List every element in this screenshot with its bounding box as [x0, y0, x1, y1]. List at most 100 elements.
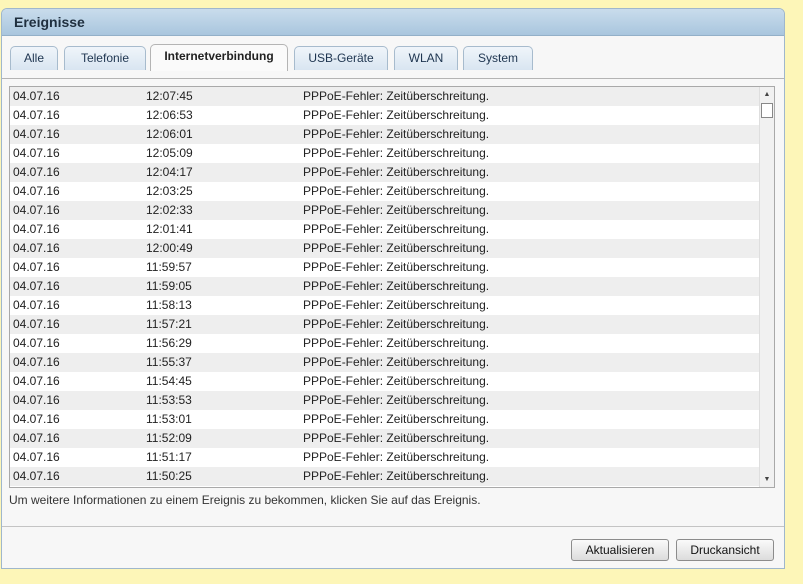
event-row[interactable]: 04.07.16 12:06:01 PPPoE-Fehler: Zeitübersc…	[10, 125, 759, 144]
event-date: 04.07.16	[13, 374, 60, 388]
tab-bar: Alle Telefonie Internetverbindung USB-Ge…	[2, 36, 784, 79]
scroll-down-arrow-icon[interactable]: ▼	[760, 472, 774, 487]
tab-system[interactable]: System	[463, 46, 533, 70]
event-time: 11:57:21	[146, 317, 192, 331]
event-message: PPPoE-Fehler: Zeitüberschreitung.	[303, 374, 490, 388]
event-message: PPPoE-Fehler: Zeitüberschreitung.	[303, 127, 490, 141]
event-row[interactable]: 04.07.16 11:58:13 PPPoE-Fehler: Zeitübersc…	[10, 296, 759, 315]
event-message: PPPoE-Fehler: Zeitüberschreitung.	[303, 317, 490, 331]
event-date: 04.07.16	[13, 317, 60, 331]
tab-internetverbindung[interactable]: Internetverbindung	[150, 44, 288, 71]
event-row[interactable]: 04.07.16 11:53:53 PPPoE-Fehler: Zeitübersc…	[10, 391, 759, 410]
event-list: 04.07.16 12:07:45 PPPoE-Fehler: Zeitübersc…	[10, 87, 759, 486]
event-time: 12:00:49	[146, 241, 193, 255]
event-message: PPPoE-Fehler: Zeitüberschreitung.	[303, 412, 490, 426]
event-date: 04.07.16	[13, 279, 60, 293]
event-message: PPPoE-Fehler: Zeitüberschreitung.	[303, 298, 490, 312]
event-time: 11:54:45	[146, 374, 192, 388]
tab-wlan[interactable]: WLAN	[394, 46, 458, 70]
event-date: 04.07.16	[13, 469, 60, 483]
event-message: PPPoE-Fehler: Zeitüberschreitung.	[303, 279, 490, 293]
event-message: PPPoE-Fehler: Zeitüberschreitung.	[303, 241, 490, 255]
event-message: PPPoE-Fehler: Zeitüberschreitung.	[303, 165, 490, 179]
event-time: 11:58:13	[146, 298, 192, 312]
event-message: PPPoE-Fehler: Zeitüberschreitung.	[303, 469, 490, 483]
event-date: 04.07.16	[13, 355, 60, 369]
event-message: PPPoE-Fehler: Zeitüberschreitung.	[303, 222, 490, 236]
event-message: PPPoE-Fehler: Zeitüberschreitung.	[303, 89, 490, 103]
event-time: 11:56:29	[146, 336, 192, 350]
event-date: 04.07.16	[13, 450, 60, 464]
event-row[interactable]: 04.07.16 11:50:25 PPPoE-Fehler: Zeitübersc…	[10, 467, 759, 486]
print-view-button[interactable]: Druckansicht	[676, 539, 774, 561]
event-time: 12:02:33	[146, 203, 193, 217]
event-row[interactable]: 04.07.16 11:59:57 PPPoE-Fehler: Zeitübersc…	[10, 258, 759, 277]
event-row[interactable]: 04.07.16 11:51:17 PPPoE-Fehler: Zeitübersc…	[10, 448, 759, 467]
event-message: PPPoE-Fehler: Zeitüberschreitung.	[303, 450, 490, 464]
tab-usb-geraete[interactable]: USB-Geräte	[294, 46, 388, 70]
event-time: 11:52:09	[146, 431, 192, 445]
event-date: 04.07.16	[13, 146, 60, 160]
event-row[interactable]: 04.07.16 11:57:21 PPPoE-Fehler: Zeitübersc…	[10, 315, 759, 334]
events-panel: Ereignisse Alle Telefonie Internetverbin…	[1, 8, 785, 569]
event-message: PPPoE-Fehler: Zeitüberschreitung.	[303, 260, 490, 274]
event-time: 11:53:01	[146, 412, 192, 426]
event-time: 12:01:41	[146, 222, 193, 236]
event-message: PPPoE-Fehler: Zeitüberschreitung.	[303, 431, 490, 445]
event-row[interactable]: 04.07.16 12:01:41 PPPoE-Fehler: Zeitübersc…	[10, 220, 759, 239]
event-message: PPPoE-Fehler: Zeitüberschreitung.	[303, 393, 490, 407]
tab-telefonie[interactable]: Telefonie	[64, 46, 146, 70]
event-row[interactable]: 04.07.16 12:00:49 PPPoE-Fehler: Zeitübersc…	[10, 239, 759, 258]
refresh-button[interactable]: Aktualisieren	[571, 539, 669, 561]
event-date: 04.07.16	[13, 412, 60, 426]
event-date: 04.07.16	[13, 89, 60, 103]
event-date: 04.07.16	[13, 336, 60, 350]
event-date: 04.07.16	[13, 165, 60, 179]
event-row[interactable]: 04.07.16 11:59:05 PPPoE-Fehler: Zeitübersc…	[10, 277, 759, 296]
event-time: 11:51:17	[146, 450, 192, 464]
event-date: 04.07.16	[13, 127, 60, 141]
event-time: 12:06:01	[146, 127, 193, 141]
event-time: 11:55:37	[146, 355, 192, 369]
event-row[interactable]: 04.07.16 11:52:09 PPPoE-Fehler: Zeitübersc…	[10, 429, 759, 448]
event-date: 04.07.16	[13, 222, 60, 236]
scrollbar[interactable]: ▲ ▼	[759, 87, 774, 487]
event-time: 11:53:53	[146, 393, 192, 407]
event-time: 11:59:05	[146, 279, 192, 293]
tab-alle[interactable]: Alle	[10, 46, 58, 70]
event-row[interactable]: 04.07.16 11:54:45 PPPoE-Fehler: Zeitübersc…	[10, 372, 759, 391]
event-row[interactable]: 04.07.16 12:02:33 PPPoE-Fehler: Zeitübersc…	[10, 201, 759, 220]
event-row[interactable]: 04.07.16 12:04:17 PPPoE-Fehler: Zeitübersc…	[10, 163, 759, 182]
event-date: 04.07.16	[13, 431, 60, 445]
event-date: 04.07.16	[13, 184, 60, 198]
event-message: PPPoE-Fehler: Zeitüberschreitung.	[303, 203, 490, 217]
event-message: PPPoE-Fehler: Zeitüberschreitung.	[303, 355, 490, 369]
panel-title: Ereignisse	[2, 9, 784, 36]
event-row[interactable]: 04.07.16 11:55:37 PPPoE-Fehler: Zeitübersc…	[10, 353, 759, 372]
event-row[interactable]: 04.07.16 12:06:53 PPPoE-Fehler: Zeitübersc…	[10, 106, 759, 125]
event-time: 12:06:53	[146, 108, 193, 122]
event-time: 12:03:25	[146, 184, 193, 198]
event-date: 04.07.16	[13, 241, 60, 255]
event-row[interactable]: 04.07.16 12:05:09 PPPoE-Fehler: Zeitübersc…	[10, 144, 759, 163]
event-row[interactable]: 04.07.16 12:03:25 PPPoE-Fehler: Zeitübersc…	[10, 182, 759, 201]
divider	[2, 526, 784, 527]
event-time: 11:59:57	[146, 260, 192, 274]
scroll-up-arrow-icon[interactable]: ▲	[760, 87, 774, 102]
event-row[interactable]: 04.07.16 12:07:45 PPPoE-Fehler: Zeitübersc…	[10, 87, 759, 106]
event-row[interactable]: 04.07.16 11:56:29 PPPoE-Fehler: Zeitübersc…	[10, 334, 759, 353]
event-time: 12:07:45	[146, 89, 193, 103]
event-row[interactable]: 04.07.16 11:53:01 PPPoE-Fehler: Zeitübersc…	[10, 410, 759, 429]
event-date: 04.07.16	[13, 393, 60, 407]
event-time: 12:04:17	[146, 165, 193, 179]
event-date: 04.07.16	[13, 260, 60, 274]
scrollbar-thumb[interactable]	[761, 103, 773, 118]
event-message: PPPoE-Fehler: Zeitüberschreitung.	[303, 146, 490, 160]
hint-text: Um weitere Informationen zu einem Ereign…	[9, 493, 481, 507]
event-date: 04.07.16	[13, 108, 60, 122]
event-log: 04.07.16 12:07:45 PPPoE-Fehler: Zeitübersc…	[9, 86, 775, 488]
event-time: 11:50:25	[146, 469, 192, 483]
event-date: 04.07.16	[13, 203, 60, 217]
event-message: PPPoE-Fehler: Zeitüberschreitung.	[303, 108, 490, 122]
event-message: PPPoE-Fehler: Zeitüberschreitung.	[303, 336, 490, 350]
